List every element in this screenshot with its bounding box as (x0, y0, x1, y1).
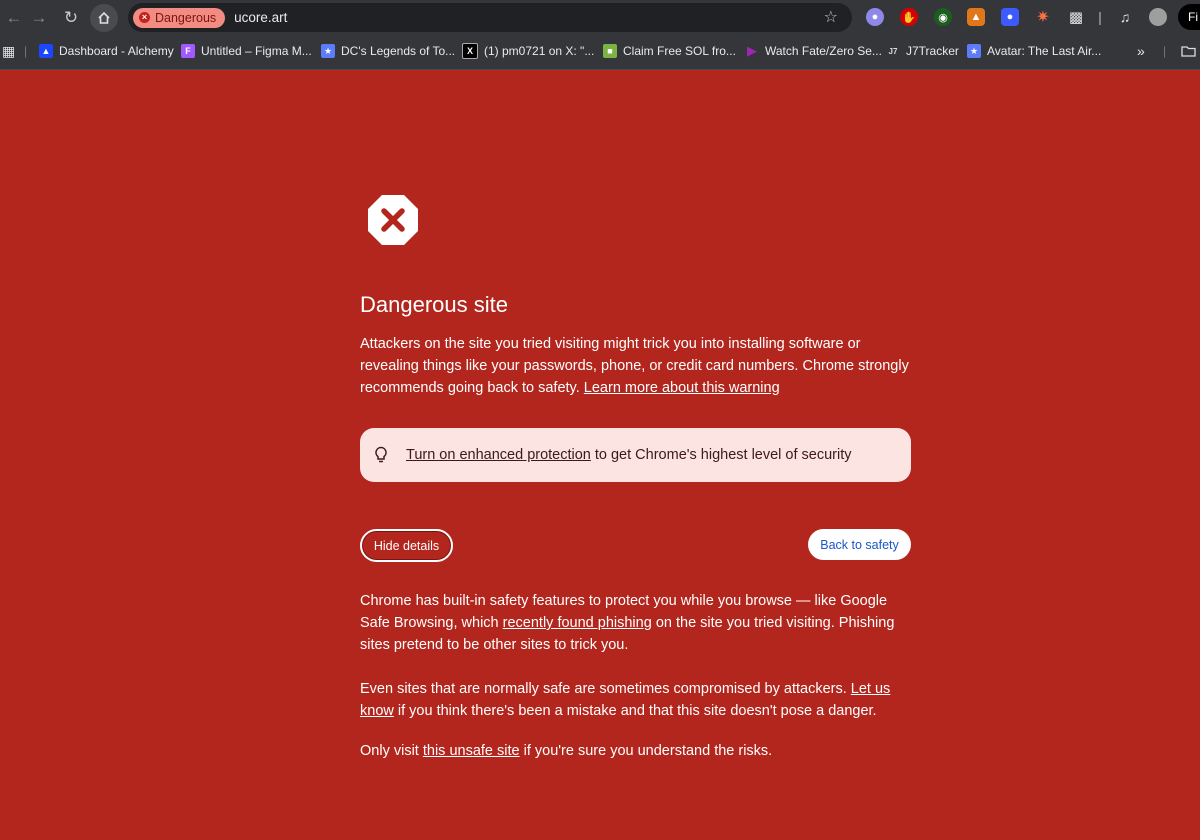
bookmark-item[interactable]: ▲ Dashboard - Alchemy (39, 42, 174, 60)
bookmarks-divider: | (1163, 44, 1167, 58)
security-chip-label: Dangerous (155, 10, 217, 25)
bookmark-label: J7Tracker (906, 44, 959, 58)
bookmark-item[interactable]: F Untitled – Figma M... (181, 42, 312, 60)
bookmark-item[interactable]: J7 J7Tracker (886, 42, 959, 60)
home-icon (98, 11, 110, 24)
enhanced-protection-link[interactable]: Turn on enhanced protection (406, 447, 591, 463)
danger-x-icon: × (139, 12, 150, 23)
browser-toolbar: ← → ↻ × Dangerous ucore.art ☆ ● ✋ ◉ ▲ ● … (0, 0, 1200, 34)
bookmark-label: DC's Legends of To... (341, 44, 456, 58)
fox-extension-icon[interactable]: ▲ (967, 8, 985, 26)
enhanced-protection-banner: Turn on enhanced protection to get Chrom… (360, 428, 911, 482)
more-bookmarks-chevron-icon[interactable]: » (1137, 42, 1145, 60)
bookmark-item[interactable]: ▶ Watch Fate/Zero Se... (745, 42, 882, 60)
bookmark-label: Watch Fate/Zero Se... (765, 44, 882, 58)
avatar[interactable] (1149, 8, 1167, 26)
details-text: Even sites that are normally safe are so… (360, 681, 847, 697)
hide-details-button[interactable]: Hide details (360, 529, 453, 562)
bookmark-item[interactable]: X (1) pm0721 on X: "... (462, 42, 594, 60)
site-icon: ★ (967, 44, 981, 58)
stop-extension-icon[interactable]: ✋ (900, 8, 918, 26)
bookmark-item[interactable]: ■ Claim Free SOL fro... (603, 42, 736, 60)
address-bar[interactable]: × Dangerous ucore.art ☆ (128, 3, 852, 32)
site-icon: ★ (321, 44, 335, 58)
apps-grid-icon[interactable]: ▦ (2, 42, 15, 60)
j7-icon: J7 (888, 46, 898, 56)
ghost-extension-icon[interactable]: ● (866, 8, 884, 26)
bookmark-label: (1) pm0721 on X: "... (484, 44, 595, 58)
page-title: Dangerous site (360, 292, 508, 317)
site-icon: ■ (603, 44, 617, 58)
phantom-extension-icon[interactable]: ● (1001, 8, 1019, 26)
back-to-safety-button[interactable]: Back to safety (808, 529, 911, 560)
profile-button[interactable]: Fi (1178, 4, 1200, 30)
home-button[interactable] (90, 4, 118, 32)
bookmark-label: Avatar: The Last Air... (987, 44, 1102, 58)
media-controls-icon[interactable]: ♫ (1116, 8, 1134, 26)
security-status-chip[interactable]: × Dangerous (133, 7, 226, 28)
details-text: if you're sure you understand the risks. (523, 743, 773, 759)
bookmarks-divider: | (24, 44, 28, 58)
lightbulb-icon (375, 446, 387, 463)
intro-text: Attackers on the site you tried visiting… (360, 333, 920, 399)
alchemy-icon: ▲ (39, 44, 53, 58)
sunburst-extension-icon[interactable]: ✷ (1034, 8, 1052, 26)
danger-octagon-icon (368, 195, 418, 245)
details-safe-browsing: Chrome has built-in safety features to p… (360, 590, 920, 656)
back-arrow-icon[interactable]: ← (2, 5, 26, 29)
bookmark-label: Dashboard - Alchemy (59, 44, 174, 58)
details-compromised: Even sites that are normally safe are so… (360, 678, 920, 722)
details-unsafe-visit: Only visit this unsafe site if you're su… (360, 740, 920, 762)
wallet-extension-icon[interactable]: ◉ (934, 8, 952, 26)
bookmark-item[interactable]: ★ DC's Legends of To... (321, 42, 455, 60)
forward-arrow-icon[interactable]: → (27, 5, 51, 29)
bookmark-item[interactable]: ★ Avatar: The Last Air... (967, 42, 1101, 60)
recently-found-phishing-link[interactable]: recently found phishing (503, 615, 652, 631)
play-icon: ▶ (747, 43, 757, 58)
bookmark-star-icon[interactable]: ☆ (824, 7, 838, 27)
details-text: if you think there's been a mistake and … (397, 703, 877, 719)
bookmarks-bar: ▦ | ▲ Dashboard - Alchemy F Untitled – F… (0, 34, 1200, 70)
figma-icon: F (181, 44, 195, 58)
enhanced-protection-text: to get Chrome's highest level of securit… (594, 447, 852, 463)
bookmark-label: Claim Free SOL fro... (623, 44, 736, 58)
reload-icon[interactable]: ↻ (59, 5, 83, 29)
x-icon: X (462, 43, 478, 59)
extensions-puzzle-icon[interactable]: ▩ (1067, 8, 1085, 26)
details-text: Only visit (360, 743, 419, 759)
folder-icon[interactable] (1181, 42, 1196, 60)
url-text[interactable]: ucore.art (234, 10, 287, 25)
learn-more-link[interactable]: Learn more about this warning (584, 380, 780, 396)
toolbar-divider: | (1098, 9, 1102, 25)
bookmark-label: Untitled – Figma M... (201, 44, 312, 58)
unsafe-site-link[interactable]: this unsafe site (423, 743, 520, 759)
